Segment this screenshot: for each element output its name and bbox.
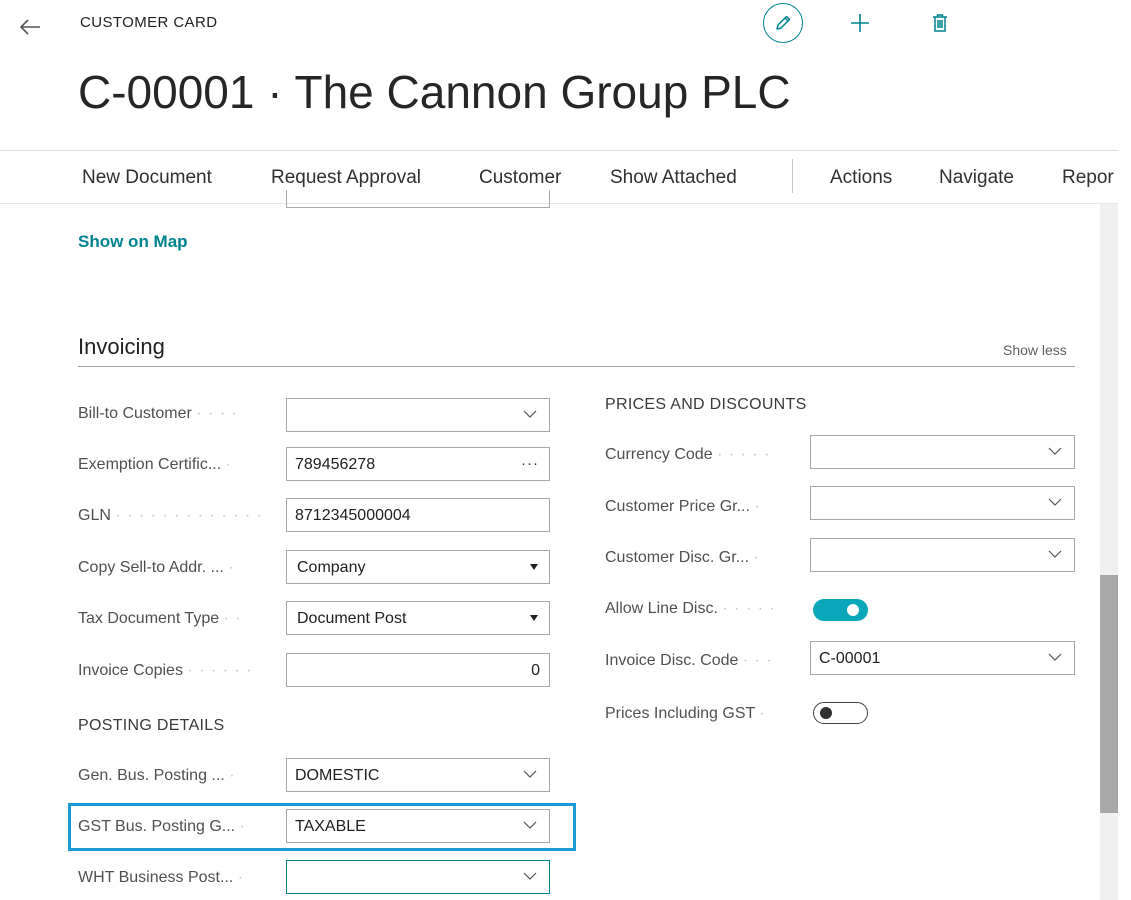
field-label-allow-line-disc: Allow Line Disc. · · · · · <box>605 600 776 617</box>
prices-including-gst-toggle[interactable] <box>813 702 868 724</box>
field-label-copy-sell-to-addr: Copy Sell-to Addr. ... · <box>78 559 235 576</box>
customer-price-group-field[interactable] <box>810 486 1075 520</box>
bill-to-customer-field[interactable] <box>286 398 550 432</box>
gln-field[interactable]: 8712345000004 <box>286 498 550 532</box>
pencil-icon <box>776 15 791 30</box>
field-label-prices-including-gst: Prices Including GST · <box>605 705 766 722</box>
field-label-exemption-certificate: Exemption Certific... · <box>78 456 232 473</box>
chevron-down-icon <box>523 410 537 418</box>
partial-field[interactable] <box>286 190 550 208</box>
dropdown-arrow-icon <box>530 615 538 621</box>
invoice-copies-field[interactable]: 0 <box>286 653 550 687</box>
chevron-down-icon <box>1048 447 1062 455</box>
section-title: Invoicing <box>78 334 165 359</box>
action-actions[interactable]: Actions <box>830 167 892 189</box>
chevron-down-icon <box>523 770 537 778</box>
prices-and-discounts-heading: PRICES AND DISCOUNTS <box>605 396 807 413</box>
copy-sell-to-addr-select[interactable]: Company <box>286 550 550 584</box>
tax-document-type-select[interactable]: Document Post <box>286 601 550 635</box>
allow-line-disc-toggle[interactable] <box>813 599 868 621</box>
field-label-tax-document-type: Tax Document Type · · <box>78 610 242 627</box>
field-label-wht-business-posting: WHT Business Post... · <box>78 869 245 886</box>
back-button[interactable] <box>10 10 50 44</box>
field-label-invoice-copies: Invoice Copies · · · · · · <box>78 662 253 679</box>
gst-bus-posting-group-field[interactable]: TAXABLE <box>286 809 550 843</box>
field-label-gln: GLN · · · · · · · · · · · · · <box>78 507 263 524</box>
chevron-down-icon <box>523 872 537 880</box>
field-label-customer-disc-group: Customer Disc. Gr... · <box>605 549 760 566</box>
page-title: C-00001 · The Cannon Group PLC <box>78 66 791 118</box>
new-button[interactable] <box>845 8 875 38</box>
dropdown-arrow-icon <box>530 564 538 570</box>
invoice-disc-code-field[interactable]: C-00001 <box>810 641 1075 675</box>
assist-edit-icon[interactable]: ··· <box>521 455 539 472</box>
currency-code-field[interactable] <box>810 435 1075 469</box>
toggle-knob <box>847 604 859 616</box>
field-label-gst-bus-posting: GST Bus. Posting G... · <box>78 818 246 835</box>
chevron-down-icon <box>1048 550 1062 558</box>
field-label-bill-to-customer: Bill-to Customer · · · · <box>78 405 238 422</box>
action-separator <box>792 159 793 193</box>
wht-business-posting-group-field[interactable] <box>286 860 550 894</box>
action-navigate[interactable]: Navigate <box>939 167 1014 189</box>
action-new-document[interactable]: New Document <box>82 167 212 189</box>
gen-bus-posting-group-field[interactable]: DOMESTIC <box>286 758 550 792</box>
show-less-link[interactable]: Show less <box>1003 342 1067 358</box>
action-customer[interactable]: Customer <box>479 167 561 189</box>
delete-button[interactable] <box>925 8 955 38</box>
customer-disc-group-field[interactable] <box>810 538 1075 572</box>
page-type-caption: CUSTOMER CARD <box>80 14 218 31</box>
chevron-down-icon <box>523 821 537 829</box>
field-label-customer-price-group: Customer Price Gr... · <box>605 498 761 515</box>
action-request-approval[interactable]: Request Approval <box>271 167 421 189</box>
scrollbar-thumb[interactable] <box>1100 575 1118 813</box>
exemption-certificate-field[interactable]: 789456278 ··· <box>286 447 550 481</box>
action-show-attached[interactable]: Show Attached <box>610 167 737 189</box>
section-divider <box>78 366 1075 367</box>
action-bar: New Document Request Approval Customer S… <box>0 150 1118 204</box>
action-reports[interactable]: Repor <box>1062 167 1114 189</box>
show-on-map-link[interactable]: Show on Map <box>78 232 188 252</box>
field-label-gen-bus-posting: Gen. Bus. Posting ... · <box>78 767 236 784</box>
posting-details-heading: POSTING DETAILS <box>78 717 225 734</box>
chevron-down-icon <box>1048 653 1062 661</box>
edit-button[interactable] <box>763 3 803 43</box>
plus-icon <box>851 14 869 32</box>
trash-icon <box>933 14 947 32</box>
chevron-down-icon <box>1048 498 1062 506</box>
field-label-invoice-disc-code: Invoice Disc. Code · · · <box>605 652 773 669</box>
arrow-left-icon <box>19 19 40 35</box>
field-label-currency-code: Currency Code · · · · · <box>605 446 771 463</box>
toggle-knob <box>820 706 832 719</box>
